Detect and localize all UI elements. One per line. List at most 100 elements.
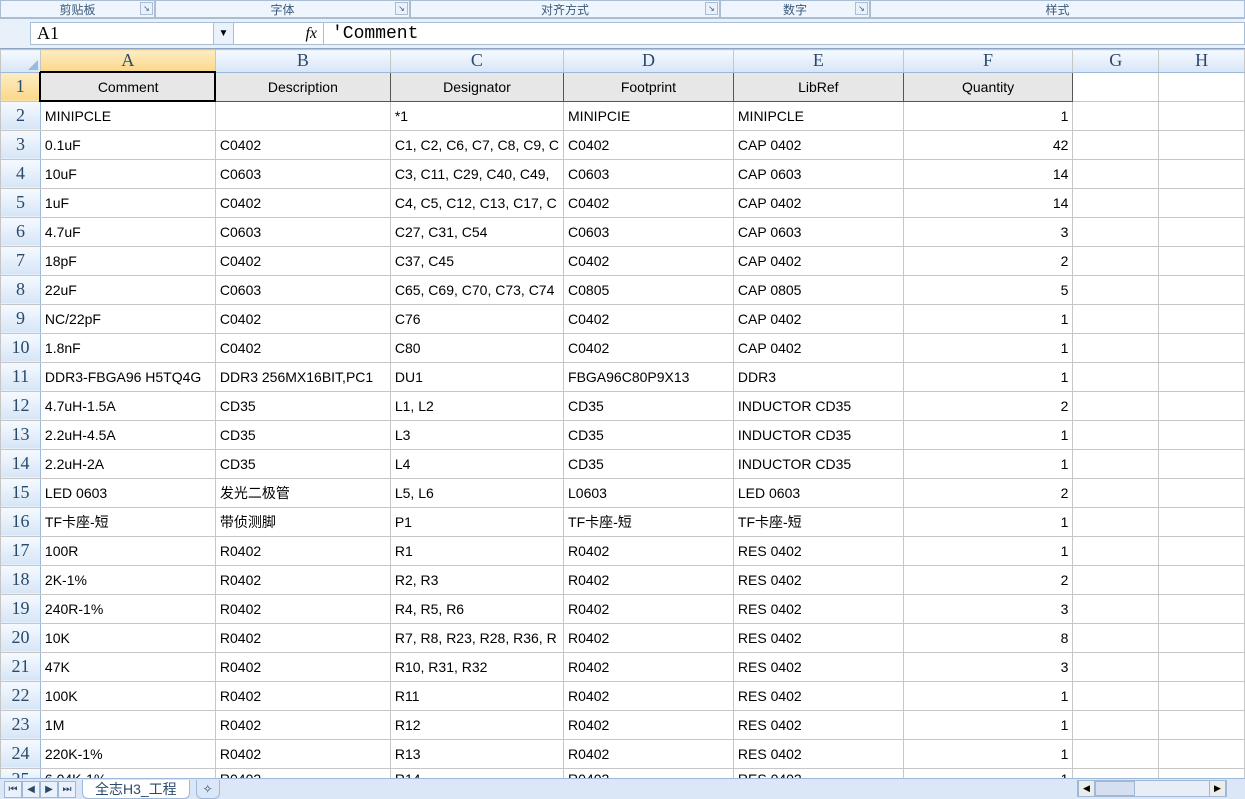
empty-cell[interactable]: [1159, 362, 1245, 391]
data-cell[interactable]: R0402: [215, 739, 390, 768]
row-header-3[interactable]: 3: [1, 130, 41, 159]
data-cell[interactable]: 4.7uH-1.5A: [40, 391, 215, 420]
data-cell[interactable]: 1: [903, 333, 1073, 362]
data-cell[interactable]: 1: [903, 768, 1073, 778]
col-header-E[interactable]: E: [733, 50, 903, 73]
data-cell[interactable]: C80: [390, 333, 563, 362]
data-cell[interactable]: P1: [390, 507, 563, 536]
data-cell[interactable]: 8: [903, 623, 1073, 652]
hscroll-right[interactable]: ▶: [1209, 781, 1226, 796]
sheet-tab-active[interactable]: 全志H3_工程: [82, 780, 190, 799]
row-header-19[interactable]: 19: [1, 594, 41, 623]
data-cell[interactable]: R14: [390, 768, 563, 778]
data-cell[interactable]: C65, C69, C70, C73, C74: [390, 275, 563, 304]
data-cell[interactable]: INDUCTOR CD35: [733, 420, 903, 449]
data-cell[interactable]: 10K: [40, 623, 215, 652]
empty-cell[interactable]: [1073, 623, 1159, 652]
data-cell[interactable]: 240R-1%: [40, 594, 215, 623]
empty-cell[interactable]: [1073, 246, 1159, 275]
empty-cell[interactable]: [1073, 478, 1159, 507]
data-cell[interactable]: 3: [903, 652, 1073, 681]
data-cell[interactable]: LED 0603: [733, 478, 903, 507]
data-cell[interactable]: RES 0402: [733, 536, 903, 565]
data-cell[interactable]: 1: [903, 304, 1073, 333]
empty-cell[interactable]: [1073, 652, 1159, 681]
data-cell[interactable]: C0402: [215, 246, 390, 275]
data-cell[interactable]: FBGA96C80P9X13: [564, 362, 734, 391]
data-cell[interactable]: RES 0402: [733, 652, 903, 681]
data-cell[interactable]: 3: [903, 217, 1073, 246]
data-cell[interactable]: C0402: [215, 130, 390, 159]
data-cell[interactable]: R0402: [564, 565, 734, 594]
data-cell[interactable]: 2.2uH-4.5A: [40, 420, 215, 449]
data-cell[interactable]: C37, C45: [390, 246, 563, 275]
data-cell[interactable]: R0402: [564, 536, 734, 565]
row-header-9[interactable]: 9: [1, 304, 41, 333]
col-header-H[interactable]: H: [1159, 50, 1245, 73]
data-cell[interactable]: MINIPCIE: [564, 101, 734, 130]
row-header-13[interactable]: 13: [1, 420, 41, 449]
empty-cell[interactable]: [1073, 362, 1159, 391]
col-header-B[interactable]: B: [215, 50, 390, 73]
data-cell[interactable]: DDR3: [733, 362, 903, 391]
data-cell[interactable]: 100R: [40, 536, 215, 565]
row-header-15[interactable]: 15: [1, 478, 41, 507]
data-cell[interactable]: 10uF: [40, 159, 215, 188]
header-cell[interactable]: Designator: [390, 72, 563, 101]
data-cell[interactable]: LED 0603: [40, 478, 215, 507]
empty-cell[interactable]: [1159, 681, 1245, 710]
row-header-6[interactable]: 6: [1, 217, 41, 246]
empty-cell[interactable]: [1159, 101, 1245, 130]
data-cell[interactable]: CD35: [564, 420, 734, 449]
data-cell[interactable]: R1: [390, 536, 563, 565]
data-cell[interactable]: 1: [903, 101, 1073, 130]
data-cell[interactable]: 1: [903, 681, 1073, 710]
empty-cell[interactable]: [1073, 739, 1159, 768]
data-cell[interactable]: C0402: [564, 246, 734, 275]
data-cell[interactable]: C0805: [564, 275, 734, 304]
empty-cell[interactable]: [1159, 420, 1245, 449]
sheet-nav-prev[interactable]: ◀: [22, 781, 40, 798]
data-cell[interactable]: RES 0402: [733, 681, 903, 710]
row-header-25[interactable]: 25: [1, 768, 41, 778]
data-cell[interactable]: C0402: [564, 188, 734, 217]
data-cell[interactable]: C4, C5, C12, C13, C17, C: [390, 188, 563, 217]
empty-cell[interactable]: [1073, 391, 1159, 420]
data-cell[interactable]: 1uF: [40, 188, 215, 217]
data-cell[interactable]: 带侦测脚: [215, 507, 390, 536]
data-cell[interactable]: 220K-1%: [40, 739, 215, 768]
data-cell[interactable]: C0603: [564, 217, 734, 246]
sheet-tab-insert[interactable]: ✧: [196, 780, 220, 799]
empty-cell[interactable]: [1159, 536, 1245, 565]
data-cell[interactable]: 1: [903, 449, 1073, 478]
launcher-alignment[interactable]: ↘: [705, 2, 718, 15]
empty-cell[interactable]: [1159, 246, 1245, 275]
hscroll-track[interactable]: [1095, 781, 1209, 796]
empty-cell[interactable]: [1073, 304, 1159, 333]
data-cell[interactable]: 42: [903, 130, 1073, 159]
data-cell[interactable]: R10, R31, R32: [390, 652, 563, 681]
empty-cell[interactable]: [1073, 72, 1159, 101]
data-cell[interactable]: 1: [903, 739, 1073, 768]
data-cell[interactable]: R11: [390, 681, 563, 710]
empty-cell[interactable]: [1073, 159, 1159, 188]
data-cell[interactable]: R0402: [564, 594, 734, 623]
data-cell[interactable]: 4.7uF: [40, 217, 215, 246]
data-cell[interactable]: R2, R3: [390, 565, 563, 594]
sheet-nav-next[interactable]: ▶: [40, 781, 58, 798]
empty-cell[interactable]: [1073, 594, 1159, 623]
header-cell[interactable]: Description: [215, 72, 390, 101]
row-header-24[interactable]: 24: [1, 739, 41, 768]
data-cell[interactable]: 1M: [40, 710, 215, 739]
data-cell[interactable]: RES 0402: [733, 768, 903, 778]
data-cell[interactable]: CD35: [564, 449, 734, 478]
data-cell[interactable]: 2: [903, 391, 1073, 420]
row-header-5[interactable]: 5: [1, 188, 41, 217]
data-cell[interactable]: R0402: [215, 652, 390, 681]
empty-cell[interactable]: [1159, 275, 1245, 304]
data-cell[interactable]: C0402: [564, 333, 734, 362]
horizontal-scrollbar[interactable]: ◀ ▶: [1077, 780, 1227, 797]
data-cell[interactable]: MINIPCLE: [733, 101, 903, 130]
empty-cell[interactable]: [1159, 72, 1245, 101]
data-cell[interactable]: L5, L6: [390, 478, 563, 507]
